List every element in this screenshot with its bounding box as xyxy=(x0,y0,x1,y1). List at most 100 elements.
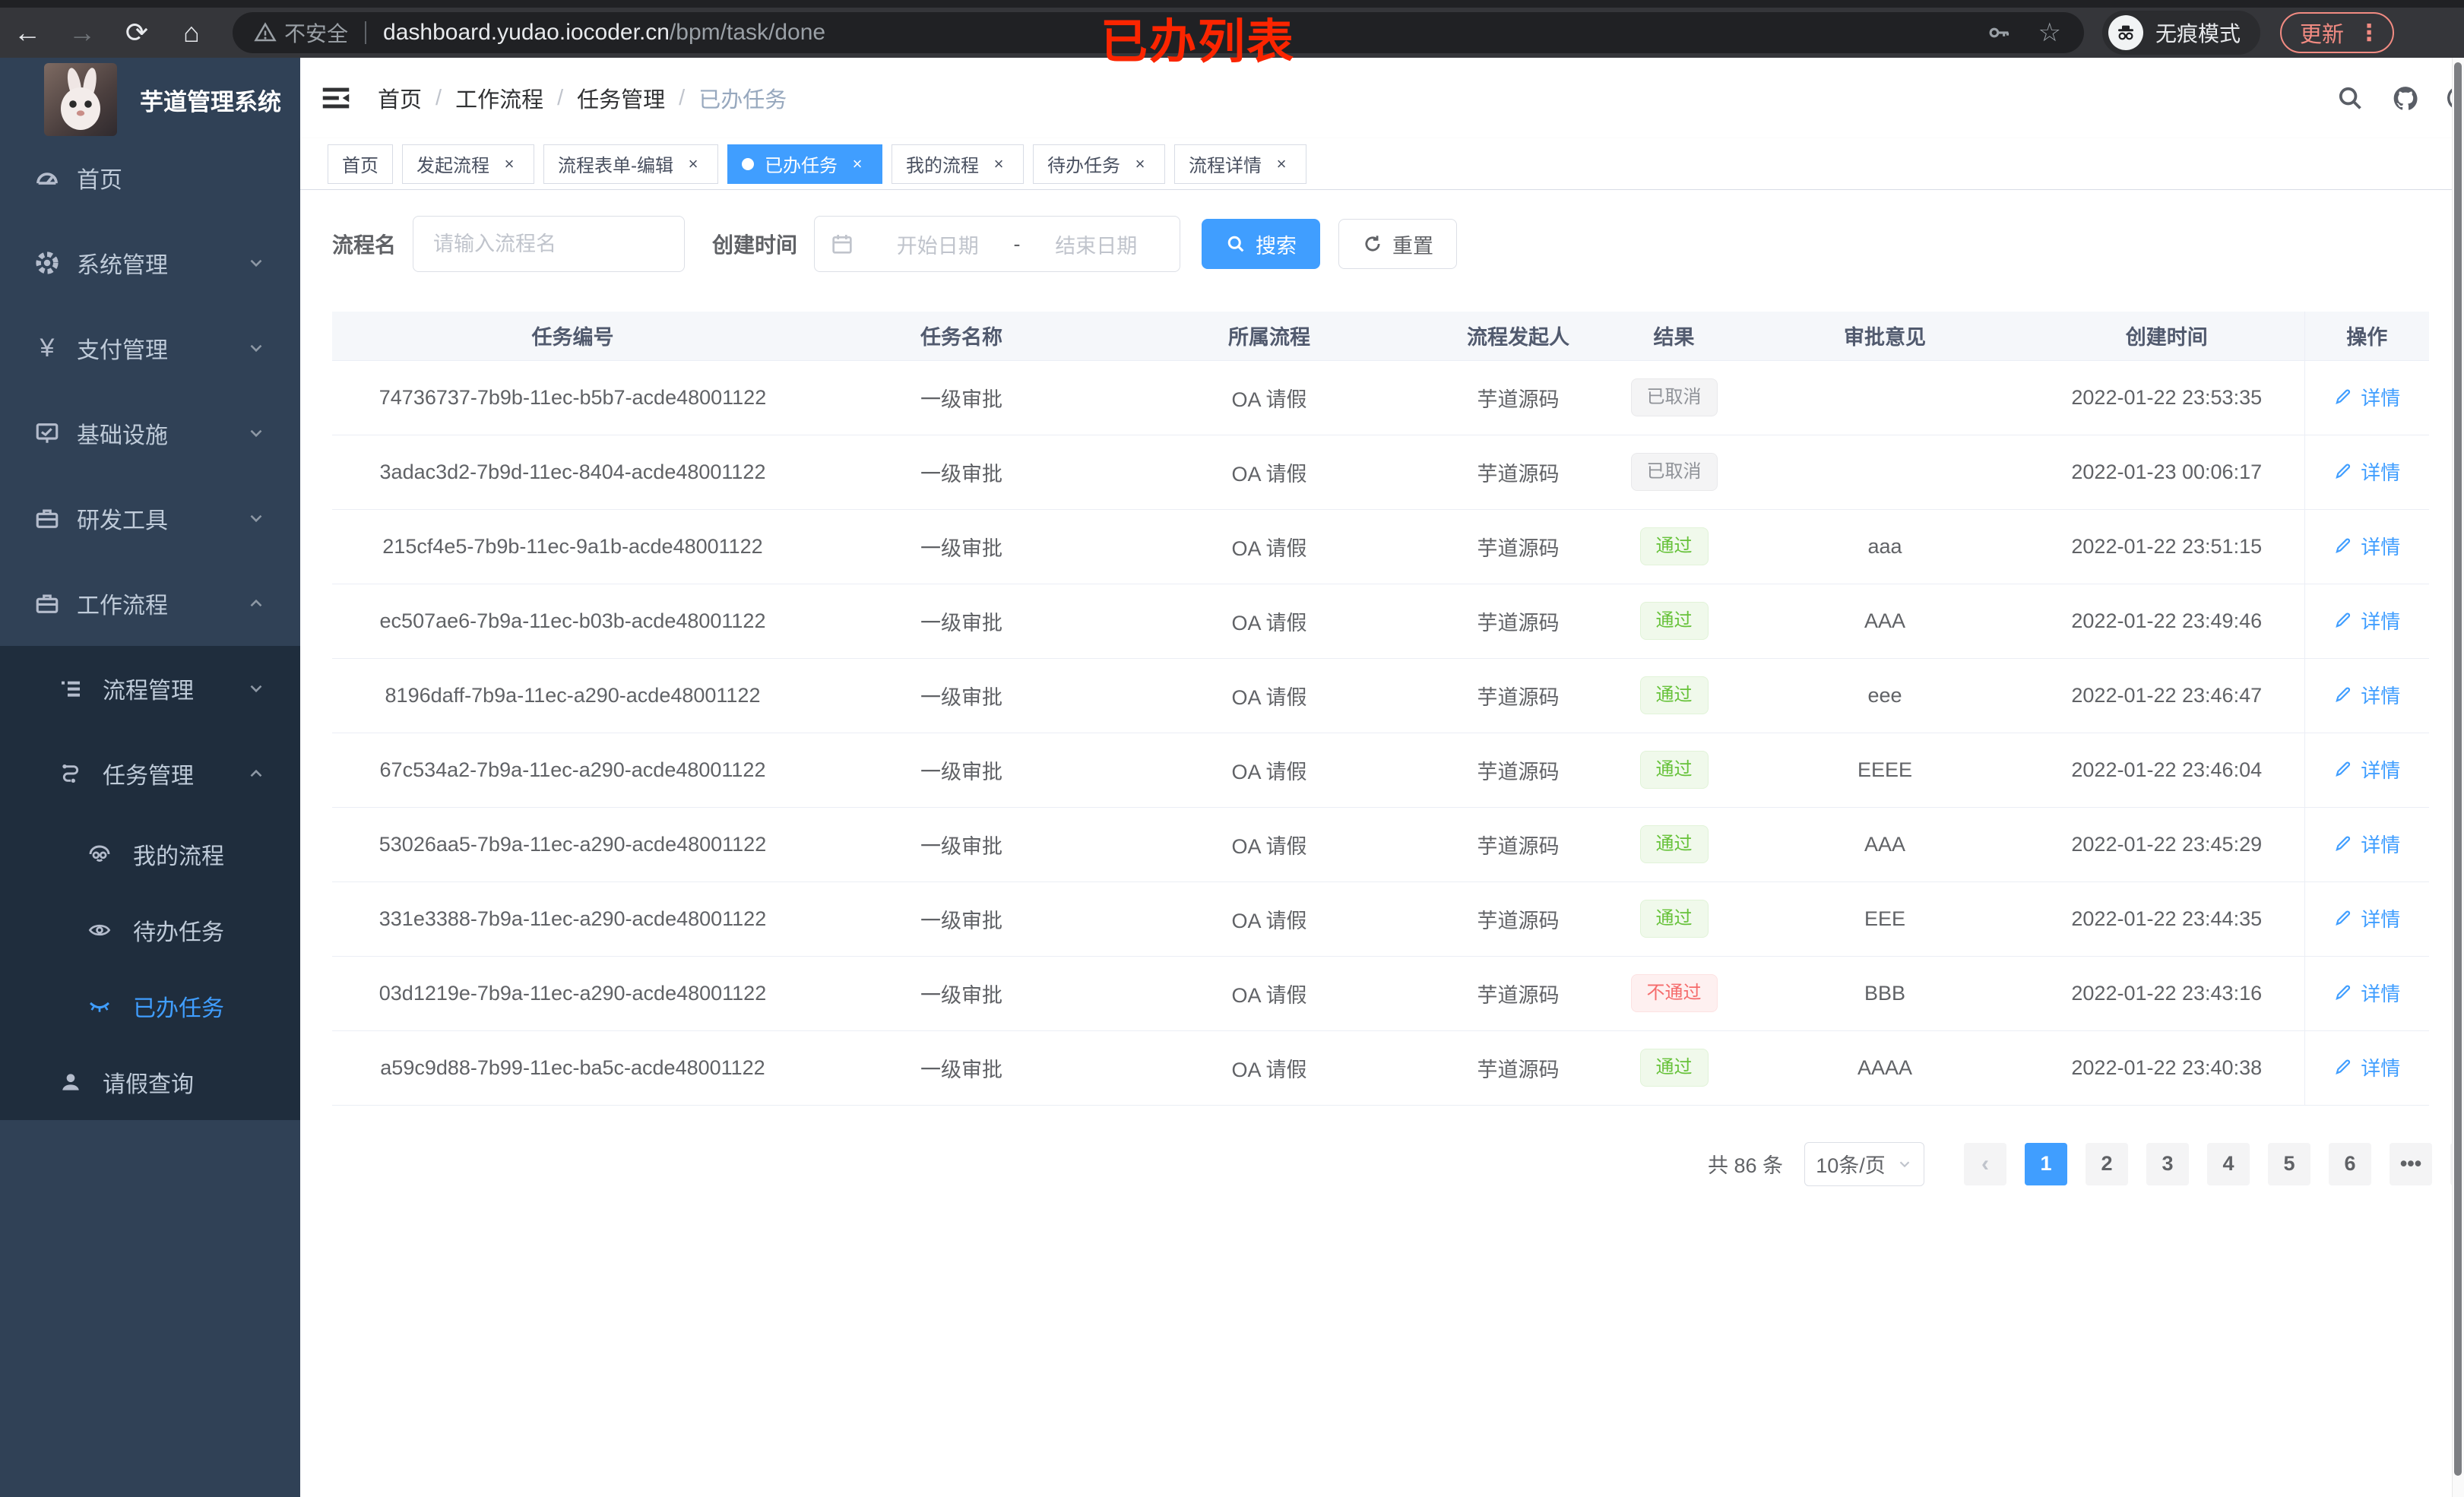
sidebar-fold-icon[interactable] xyxy=(318,81,353,116)
close-icon[interactable]: × xyxy=(683,154,704,174)
password-key-icon[interactable] xyxy=(1987,20,2013,46)
sidebar-item-label: 首页 xyxy=(77,168,122,193)
chrome-update-button[interactable]: 更新 ⋮ xyxy=(2280,12,2395,53)
bookmark-star-icon[interactable]: ☆ xyxy=(2038,17,2061,48)
tab-todo-tasks[interactable]: 待办任务 × xyxy=(1033,144,1165,184)
start-date-placeholder[interactable]: 开始日期 xyxy=(869,229,1006,259)
edit-pencil-icon xyxy=(2333,759,2353,779)
close-icon[interactable]: × xyxy=(847,154,868,174)
app-title: 芋道管理系统 xyxy=(140,88,281,116)
pagination: 共 86 条 10条/页 ‹ 1 2 3 4 5 6 ••• 9 › 前往 页 xyxy=(300,1141,2464,1186)
status-badge: 通过 xyxy=(1639,900,1709,938)
not-secure-label[interactable]: 不安全 xyxy=(284,17,348,48)
col-task-name: 任务名称 xyxy=(813,312,1110,361)
chevron-down-icon xyxy=(246,508,266,528)
detail-button[interactable]: 详情 xyxy=(2333,606,2400,635)
sidebar-item-todo-tasks[interactable]: 待办任务 xyxy=(0,892,300,968)
tab-my-process[interactable]: 我的流程 × xyxy=(892,144,1024,184)
end-date-placeholder[interactable]: 结束日期 xyxy=(1028,229,1165,259)
detail-button[interactable]: 详情 xyxy=(2333,457,2400,486)
detail-button[interactable]: 详情 xyxy=(2333,1053,2400,1081)
workflow-submenu: 流程管理 任务管理 我的流程 待办任务 已办任务 请假查询 xyxy=(0,646,300,1120)
search-icon[interactable] xyxy=(2336,84,2364,112)
page-url[interactable]: dashboard.yudao.iocoder.cn/bpm/task/done xyxy=(383,20,825,46)
browser-back-icon[interactable]: ← xyxy=(0,17,55,49)
eye-icon xyxy=(87,918,112,942)
page-size-select[interactable]: 10条/页 xyxy=(1804,1141,1924,1186)
detail-button[interactable]: 详情 xyxy=(2333,681,2400,709)
page-button-2[interactable]: 2 xyxy=(2086,1142,2128,1185)
app-logo-row: 芋道管理系统 xyxy=(0,58,300,136)
breadcrumb-task-mgmt[interactable]: 任务管理 xyxy=(577,82,665,114)
tab-form-edit[interactable]: 流程表单-编辑 × xyxy=(543,144,718,184)
tab-home[interactable]: 首页 xyxy=(328,144,393,184)
prev-page-button[interactable]: ‹ xyxy=(1964,1142,2006,1185)
browser-forward-icon[interactable]: → xyxy=(55,17,109,49)
detail-button[interactable]: 详情 xyxy=(2333,532,2400,560)
sidebar-item-infrastructure[interactable]: 基础设施 xyxy=(0,391,300,476)
status-badge: 通过 xyxy=(1639,825,1709,863)
table-row: ec507ae6-7b9a-11ec-b03b-acde48001122 一级审批… xyxy=(332,584,2429,659)
sidebar-item-label: 待办任务 xyxy=(133,920,224,945)
tab-done-tasks[interactable]: 已办任务 × xyxy=(727,144,882,184)
breadcrumb-home[interactable]: 首页 xyxy=(378,82,422,114)
date-range-picker[interactable]: 开始日期 - 结束日期 xyxy=(814,216,1181,272)
sidebar-item-leave-query[interactable]: 请假查询 xyxy=(0,1044,300,1120)
page-scrollbar[interactable] xyxy=(2452,58,2464,1497)
monitor-icon xyxy=(34,420,60,446)
sidebar-item-workflow[interactable]: 工作流程 xyxy=(0,561,300,646)
status-badge: 通过 xyxy=(1639,676,1709,714)
browser-menu-dots-icon[interactable]: ⋮ xyxy=(2358,20,2380,46)
edit-pencil-icon xyxy=(2333,536,2353,555)
flow-branch-icon xyxy=(59,761,83,786)
sidebar-item-my-process[interactable]: 我的流程 xyxy=(0,816,300,892)
sidebar-item-payment[interactable]: ¥ 支付管理 xyxy=(0,305,300,391)
tab-start-process[interactable]: 发起流程 × xyxy=(402,144,534,184)
sidebar-item-label: 我的流程 xyxy=(133,844,224,869)
chevron-down-icon xyxy=(246,679,266,698)
close-icon[interactable]: × xyxy=(1271,154,1292,174)
reset-button[interactable]: 重置 xyxy=(1338,219,1458,269)
page-button-5[interactable]: 5 xyxy=(2268,1142,2310,1185)
sidebar-item-home[interactable]: 首页 xyxy=(0,135,300,220)
process-name-input[interactable] xyxy=(413,216,686,272)
status-badge: 通过 xyxy=(1639,751,1709,789)
close-icon[interactable]: × xyxy=(1129,154,1151,174)
sidebar-item-dev-tools[interactable]: 研发工具 xyxy=(0,476,300,561)
chevron-down-icon xyxy=(246,338,266,358)
sidebar-item-task-mgmt[interactable]: 任务管理 xyxy=(0,731,300,816)
annotation-title: 已办列表 xyxy=(1101,16,1296,68)
page-button-4[interactable]: 4 xyxy=(2207,1142,2250,1185)
detail-button[interactable]: 详情 xyxy=(2333,755,2400,783)
page-button-3[interactable]: 3 xyxy=(2146,1142,2189,1185)
dashboard-icon xyxy=(34,165,60,191)
sidebar-item-label: 请假查询 xyxy=(103,1072,194,1097)
detail-button[interactable]: 详情 xyxy=(2333,830,2400,858)
sidebar-item-done-tasks[interactable]: 已办任务 xyxy=(0,968,300,1044)
detail-button[interactable]: 详情 xyxy=(2333,904,2400,932)
browser-reload-icon[interactable]: ⟳ xyxy=(109,17,164,49)
col-task-id: 任务编号 xyxy=(332,312,813,361)
close-icon[interactable]: × xyxy=(499,154,520,174)
breadcrumb-workflow[interactable]: 工作流程 xyxy=(455,82,543,114)
browser-home-icon[interactable]: ⌂ xyxy=(164,17,219,49)
active-tab-dot xyxy=(742,157,754,170)
gear-icon xyxy=(34,250,60,276)
chevron-down-icon xyxy=(246,423,266,443)
github-icon[interactable] xyxy=(2390,84,2419,112)
col-comment: 审批意见 xyxy=(1740,312,2029,361)
page-button-1[interactable]: 1 xyxy=(2025,1142,2067,1185)
edit-pencil-icon xyxy=(2333,1057,2353,1077)
tab-process-detail[interactable]: 流程详情 × xyxy=(1174,144,1306,184)
search-button[interactable]: 搜索 xyxy=(1202,219,1321,269)
close-icon[interactable]: × xyxy=(988,154,1009,174)
page-button-6[interactable]: 6 xyxy=(2329,1142,2371,1185)
scrollbar-thumb[interactable] xyxy=(2454,62,2462,1476)
sidebar-item-label: 已办任务 xyxy=(133,996,224,1021)
detail-button[interactable]: 详情 xyxy=(2333,383,2400,411)
incognito-icon xyxy=(2108,15,2143,50)
detail-button[interactable]: 详情 xyxy=(2333,979,2400,1007)
sidebar-item-system[interactable]: 系统管理 xyxy=(0,220,300,305)
more-pages-button[interactable]: ••• xyxy=(2390,1142,2432,1185)
sidebar-item-process-mgmt[interactable]: 流程管理 xyxy=(0,646,300,731)
